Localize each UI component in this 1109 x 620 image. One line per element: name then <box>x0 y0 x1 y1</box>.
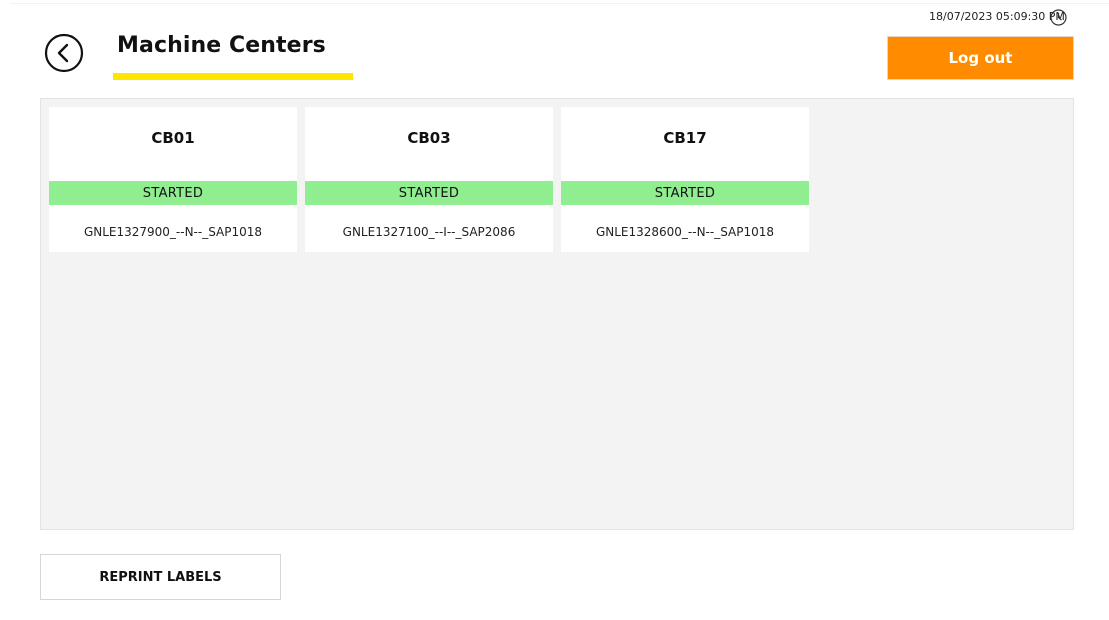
status-badge: STARTED <box>49 181 297 205</box>
logout-button[interactable]: Log out <box>887 36 1074 80</box>
order-number: GNLE1327900_--N--_SAP1018 <box>83 225 263 239</box>
machine-card-cb01[interactable]: CB01 STARTED GNLE1327900_--N--_SAP1018 <box>49 107 297 252</box>
top-divider <box>10 3 1109 4</box>
machine-card-cb03[interactable]: CB03 STARTED GNLE1327100_--I--_SAP2086 <box>305 107 553 252</box>
status-badge: STARTED <box>561 181 809 205</box>
page-title: Machine Centers <box>117 33 326 58</box>
datetime-display: 18/07/2023 05:09:30 PM <box>929 10 1065 23</box>
order-number: GNLE1327100_--I--_SAP2086 <box>342 225 516 239</box>
reprint-labels-button[interactable]: REPRINT LABELS <box>40 554 281 600</box>
clock-icon <box>1050 9 1067 26</box>
machine-name: CB03 <box>407 129 451 147</box>
machine-centers-panel: CB01 STARTED GNLE1327900_--N--_SAP1018 C… <box>40 98 1074 530</box>
title-underline <box>113 73 353 80</box>
machine-name: CB01 <box>151 129 195 147</box>
back-arrow-icon <box>44 33 84 73</box>
machine-name: CB17 <box>663 129 707 147</box>
machine-card-cb17[interactable]: CB17 STARTED GNLE1328600_--N--_SAP1018 <box>561 107 809 252</box>
status-badge: STARTED <box>305 181 553 205</box>
back-button[interactable] <box>44 33 84 73</box>
order-number: GNLE1328600_--N--_SAP1018 <box>595 225 775 239</box>
